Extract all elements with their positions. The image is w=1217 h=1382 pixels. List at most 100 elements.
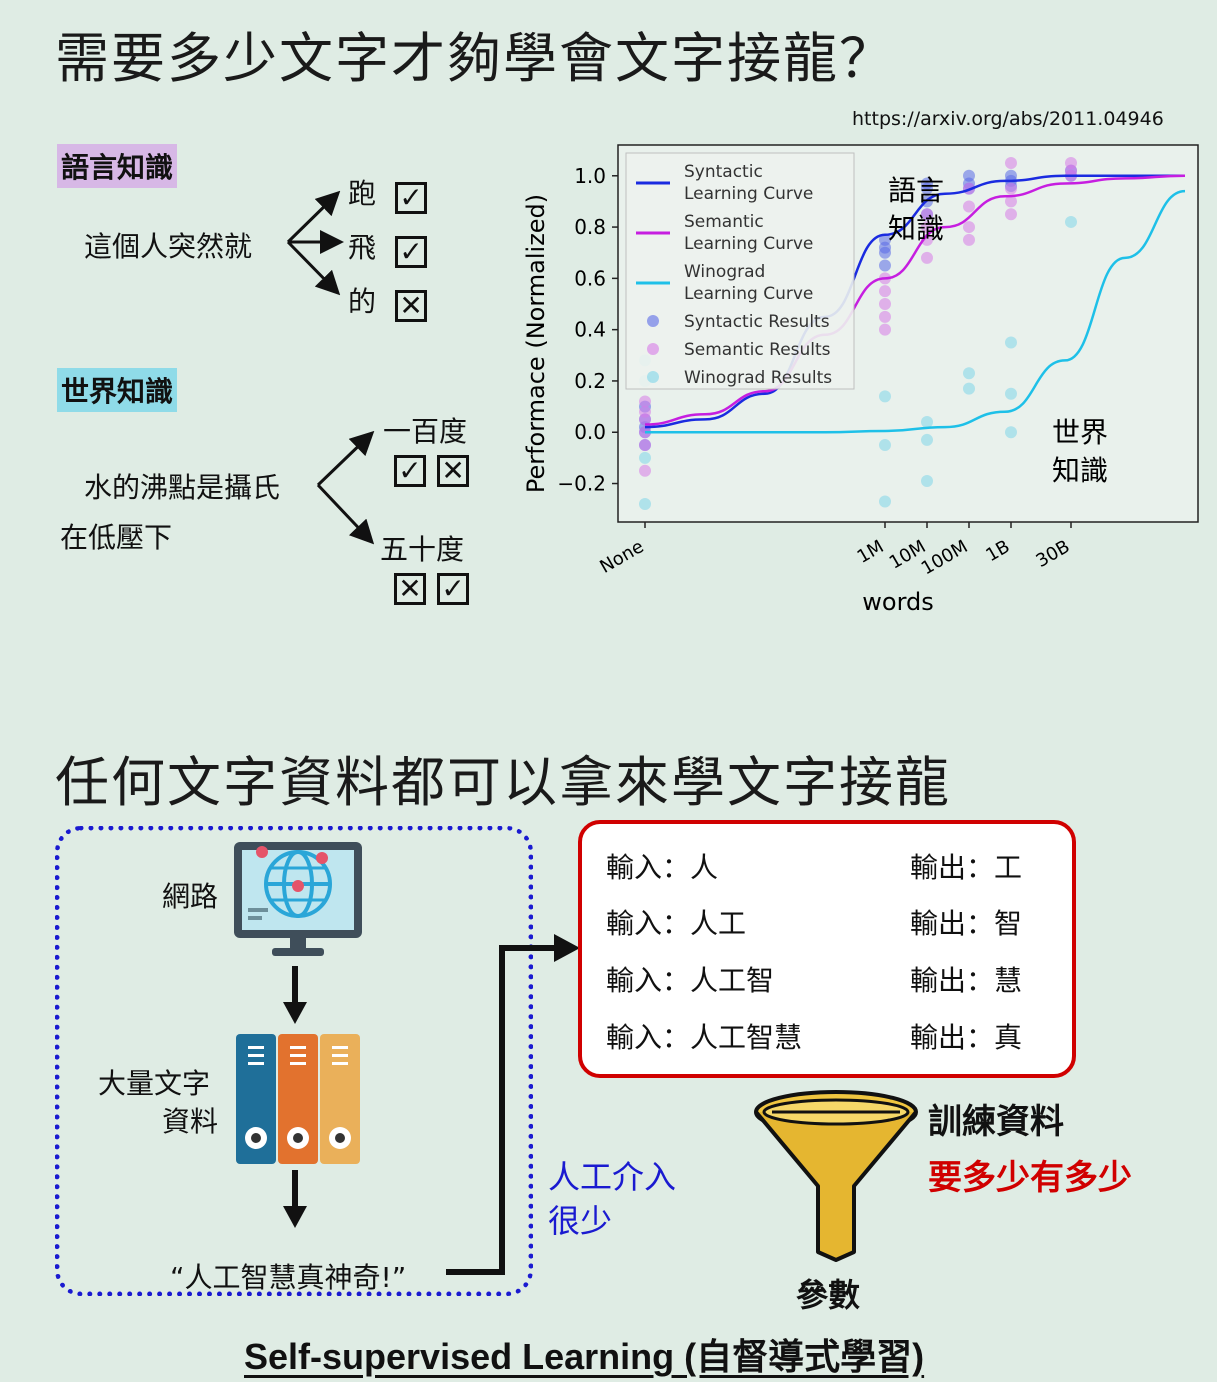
input-4: 輸入：人工智慧 [606, 1021, 803, 1054]
legend-label: Winograd Results [684, 368, 832, 388]
annotation-language-knowledge: 知識 [888, 212, 944, 245]
legend-label: Semantic Results [684, 340, 831, 360]
legend-dot-swatch [647, 371, 659, 383]
data-point [639, 498, 651, 511]
legend-label: Winograd [684, 262, 765, 282]
data-point [963, 367, 975, 380]
option-word: 飛 [348, 231, 377, 264]
input-1: 輸入：人 [606, 851, 719, 884]
y-tick-label: 0.4 [574, 318, 606, 342]
legend-dot-swatch [647, 315, 659, 327]
x-tick-label: 1M [854, 536, 888, 568]
note-line2: 很少 [548, 1202, 613, 1240]
corpus-label-line1: 大量文字 [98, 1067, 211, 1100]
learning-curve-chart: −0.20.00.20.40.60.81.0None 1M10M100M 1B 30B… [522, 144, 1199, 616]
input-2: 輸入：人工 [606, 907, 747, 940]
corpus-label-line2: 資料 [162, 1105, 219, 1138]
data-point [639, 451, 651, 464]
data-point [639, 405, 651, 418]
web-label: 網路 [162, 880, 219, 913]
data-point [963, 200, 975, 213]
annotation-world-knowledge: 知識 [1052, 454, 1108, 487]
data-point [963, 382, 975, 395]
checked-box-icon: ✓ [394, 455, 426, 487]
data-point [963, 233, 975, 246]
input-3: 輸入：人工智 [606, 964, 775, 997]
data-point [963, 221, 975, 234]
data-point [879, 439, 891, 452]
data-point [921, 474, 933, 487]
data-point [921, 251, 933, 264]
crossed-box-icon: ✕ [395, 290, 428, 322]
language-sentence: 這個人突然就 [84, 230, 253, 263]
y-tick-label: 0.8 [574, 215, 606, 239]
y-tick-label: 0.6 [574, 266, 606, 290]
data-point [1005, 156, 1017, 169]
data-point [639, 395, 651, 408]
output-4: 輸出：真 [910, 1021, 1023, 1054]
footer-title: Self-supervised Learning (自督導式學習) [244, 1336, 925, 1377]
legend-label: Learning Curve [684, 234, 813, 254]
training-label: 訓練資料 [928, 1102, 1064, 1142]
checked-box-icon: ✓ [395, 236, 428, 268]
legend-label: Learning Curve [684, 184, 813, 204]
example-quote: “人工智慧真神奇!” [170, 1261, 407, 1294]
output-3: 輸出：慧 [910, 964, 1023, 997]
checked-box-icon: ✓ [437, 573, 470, 605]
world-sentence-line1: 水的沸點是攝氏 [84, 471, 281, 504]
checked-box-icon: ✓ [395, 182, 428, 214]
output-2: 輸出：智 [910, 907, 1023, 940]
y-tick-label: 0.0 [574, 420, 606, 444]
x-tick-label: 1B [982, 536, 1013, 566]
bottom-title: 任何文字資料都可以拿來學文字接龍 [55, 751, 951, 814]
crossed-box-icon: ✕ [437, 455, 470, 487]
legend-label: Learning Curve [684, 284, 813, 304]
legend-dot-swatch [647, 343, 659, 355]
down-arrow-icon [283, 1170, 307, 1228]
legend-label: Semantic [684, 212, 764, 232]
data-point [1005, 387, 1017, 400]
arxiv-url[interactable]: https://arxiv.org/abs/2011.04946 [852, 108, 1164, 130]
world-knowledge-tag: 世界知識 [57, 368, 178, 412]
binders-icon [236, 1034, 360, 1164]
world-option-2-word: 五十度 [380, 533, 465, 566]
data-point [879, 390, 891, 403]
data-point [879, 259, 891, 272]
x-tick-label: None [596, 536, 647, 578]
crossed-box-icon: ✕ [394, 573, 426, 605]
data-point [639, 439, 651, 452]
x-axis-label: words [862, 588, 934, 616]
world-option-1-word: 一百度 [383, 415, 468, 448]
params-label: 參數 [796, 1276, 861, 1314]
world-branch-arrows [316, 430, 375, 545]
note-line1: 人工介入 [548, 1158, 677, 1196]
top-title: 需要多少文字才夠學會文字接龍？ [55, 27, 895, 90]
data-point [921, 433, 933, 446]
down-arrow-icon [283, 966, 307, 1024]
funnel-icon [754, 1090, 918, 1262]
data-point [1005, 426, 1017, 439]
legend-label: Syntactic Results [684, 312, 830, 332]
data-point [1005, 336, 1017, 349]
world-sentence-line2: 在低壓下 [60, 521, 173, 554]
web-monitor-icon [234, 842, 362, 956]
annotation-world-knowledge: 世界 [1052, 416, 1108, 449]
world-option-1-marks: ✓ ✕ [394, 455, 470, 487]
language-option-1: 跑 ✓ [348, 172, 428, 214]
language-knowledge-tag: 語言知識 [57, 144, 178, 188]
world-option-2-marks: ✕ ✓ [394, 573, 470, 605]
data-point [879, 310, 891, 323]
annotation-language-knowledge: 語言 [888, 174, 944, 207]
data-point [1065, 215, 1077, 228]
language-option-3: 的 ✕ [348, 280, 428, 322]
legend-label: Syntactic [684, 162, 763, 182]
data-point [879, 323, 891, 336]
training-note: 要多少有多少 [928, 1158, 1132, 1198]
data-point [879, 285, 891, 298]
language-option-2: 飛 ✓ [348, 226, 428, 268]
option-word: 的 [348, 285, 377, 318]
x-tick-label: 30B [1032, 536, 1073, 572]
data-point [1005, 182, 1017, 195]
language-branch-arrows [286, 190, 344, 296]
data-point [879, 298, 891, 311]
